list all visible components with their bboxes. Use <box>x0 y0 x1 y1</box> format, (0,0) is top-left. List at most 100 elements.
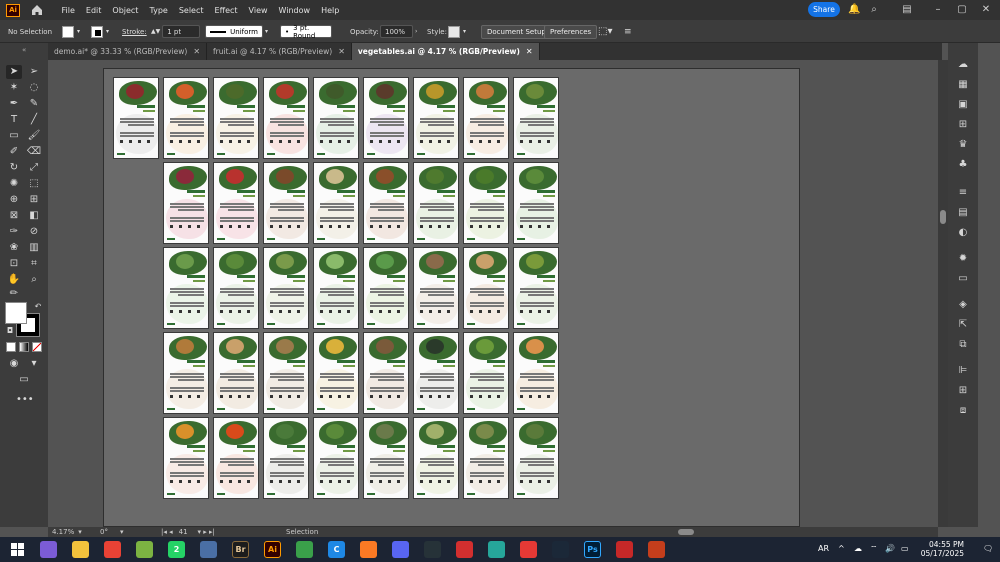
collapse-toolbar-icon[interactable]: « <box>22 46 26 54</box>
artboard-card[interactable] <box>363 417 409 499</box>
xampp-icon[interactable] <box>360 541 377 558</box>
whatsapp-icon[interactable]: 2 <box>168 541 185 558</box>
transparency-icon[interactable]: ◐ <box>956 227 970 239</box>
draw-behind-icon[interactable]: ▾ <box>26 357 42 371</box>
artboard-card[interactable] <box>163 247 209 329</box>
app-s-icon[interactable] <box>616 541 633 558</box>
artboard-card[interactable] <box>313 162 359 244</box>
artboard-card[interactable] <box>263 162 309 244</box>
blend-tool-icon[interactable]: ⊘ <box>26 225 42 239</box>
artboard-card[interactable] <box>263 332 309 414</box>
rotate-tool-icon[interactable]: ↻ <box>6 161 22 175</box>
close-tab-icon[interactable]: ✕ <box>193 47 200 56</box>
mesh-tool-icon[interactable]: ⊠ <box>6 209 22 223</box>
artboard-tool-icon[interactable]: ⊡ <box>6 257 22 271</box>
artboard-card[interactable] <box>513 77 559 159</box>
menu-window[interactable]: Window <box>273 6 316 15</box>
powerpoint-icon[interactable] <box>648 541 665 558</box>
screen-mode-icon[interactable]: ▭ <box>16 373 32 387</box>
steam-icon[interactable] <box>552 541 569 558</box>
artboard-card[interactable] <box>463 162 509 244</box>
artboard-card[interactable] <box>413 417 459 499</box>
libraries-icon[interactable]: ▦ <box>956 79 970 91</box>
artboard-card[interactable] <box>213 417 259 499</box>
perspective-grid-tool-icon[interactable]: ⊞ <box>26 193 42 207</box>
line-tool-icon[interactable]: ╱ <box>26 113 42 127</box>
appearance-icon[interactable]: ✹ <box>956 253 970 265</box>
artboard-card[interactable] <box>513 417 559 499</box>
menu-view[interactable]: View <box>243 6 273 15</box>
export-icon[interactable]: ⇱ <box>956 319 970 331</box>
gradient-mode-icon[interactable] <box>19 342 29 352</box>
opacity-value[interactable]: 100% <box>380 25 413 38</box>
app-green-icon[interactable] <box>296 541 313 558</box>
notification-bell-icon[interactable]: 🔔 <box>848 4 860 16</box>
artboard-card[interactable] <box>213 162 259 244</box>
menu-edit[interactable]: Edit <box>80 6 107 15</box>
artboard-card[interactable] <box>263 77 309 159</box>
share-button[interactable]: Share <box>808 2 840 17</box>
maximize-icon[interactable]: ▢ <box>956 4 968 16</box>
pen-tool-icon[interactable]: ✒ <box>6 97 22 111</box>
preferences-button[interactable]: Preferences <box>544 24 598 39</box>
stroke-swatch[interactable]: ▾ <box>91 25 109 38</box>
home-icon[interactable] <box>30 3 44 17</box>
artboard-card[interactable] <box>413 77 459 159</box>
close-icon[interactable]: ✕ <box>980 4 992 16</box>
search-icon[interactable]: ⌕ <box>868 4 880 16</box>
artboard-card[interactable] <box>213 332 259 414</box>
volume-icon[interactable]: 🔊 <box>885 544 895 553</box>
illustrator-icon[interactable]: Ai <box>264 541 281 558</box>
app-red-icon[interactable] <box>456 541 473 558</box>
vertical-scrollbar[interactable] <box>938 60 948 527</box>
notifications-icon[interactable]: 🗨 <box>983 544 993 553</box>
windows-start-icon[interactable] <box>11 543 24 556</box>
curvature-tool-icon[interactable]: ✎ <box>26 97 42 111</box>
cloud-icon[interactable]: ☁ <box>854 544 862 553</box>
horizontal-scroll-thumb[interactable] <box>678 529 694 535</box>
brush-definition[interactable]: • 3 pt. Round <box>280 24 332 40</box>
photoshop-icon[interactable]: Ps <box>584 541 601 558</box>
shaper-tool-icon[interactable]: ✐ <box>6 145 22 159</box>
network-icon[interactable]: ⌔ <box>870 544 878 554</box>
menu-help[interactable]: Help <box>316 6 345 15</box>
artboard-card[interactable] <box>263 247 309 329</box>
language-indicator[interactable]: AR <box>818 544 829 553</box>
canvas-area[interactable] <box>48 60 938 527</box>
swatches-icon[interactable]: ⊞ <box>956 119 970 131</box>
gradient-panel-icon[interactable]: ▤ <box>956 207 970 219</box>
stroke-weight-field[interactable]: ▲▼ 1 pt <box>151 25 201 38</box>
symbols-icon[interactable]: ♣ <box>956 159 970 171</box>
artboard-card[interactable] <box>313 332 359 414</box>
artboard-card[interactable] <box>413 162 459 244</box>
tab-fruit[interactable]: fruit.ai @ 4.17 % (RGB/Preview) ✕ <box>207 43 352 60</box>
bridge-icon[interactable]: Br <box>232 541 249 558</box>
artboard-card[interactable] <box>313 417 359 499</box>
artboard-card[interactable] <box>513 332 559 414</box>
artboard-navigation[interactable]: |◂ ◂ 41 ▾ ▸ ▸| <box>161 528 215 536</box>
artboard-card[interactable] <box>513 162 559 244</box>
app-blue-icon[interactable] <box>488 541 505 558</box>
calculator-icon[interactable] <box>200 541 217 558</box>
notepad-plus-icon[interactable] <box>136 541 153 558</box>
artboard-card[interactable] <box>163 417 209 499</box>
opacity-label[interactable]: Opacity: <box>350 25 379 38</box>
menu-type[interactable]: Type <box>144 6 173 15</box>
artboard-card[interactable] <box>413 332 459 414</box>
artboard-card[interactable] <box>363 77 409 159</box>
default-fill-stroke-icon[interactable]: ◘ <box>2 324 18 338</box>
graphic-styles-icon[interactable]: ▭ <box>956 273 970 285</box>
artboard-card[interactable] <box>263 417 309 499</box>
fill-color-box[interactable] <box>5 302 27 324</box>
app-diamond-icon[interactable] <box>520 541 537 558</box>
tab-vegetables[interactable]: vegetables.ai @ 4.17 % (RGB/Preview) ✕ <box>351 43 540 60</box>
fill-swatch[interactable]: ▾ <box>62 25 80 38</box>
artboard-card[interactable] <box>113 77 159 159</box>
variable-width-profile[interactable]: Uniform ▾ <box>205 25 268 38</box>
discord-icon[interactable] <box>392 541 409 558</box>
brushes-icon[interactable]: ♛ <box>956 139 970 151</box>
artboard-card[interactable] <box>213 77 259 159</box>
tray-chevron-icon[interactable]: ^ <box>838 544 845 553</box>
hand-tool-icon[interactable]: ✋ <box>6 273 22 287</box>
artboard-card[interactable] <box>213 247 259 329</box>
